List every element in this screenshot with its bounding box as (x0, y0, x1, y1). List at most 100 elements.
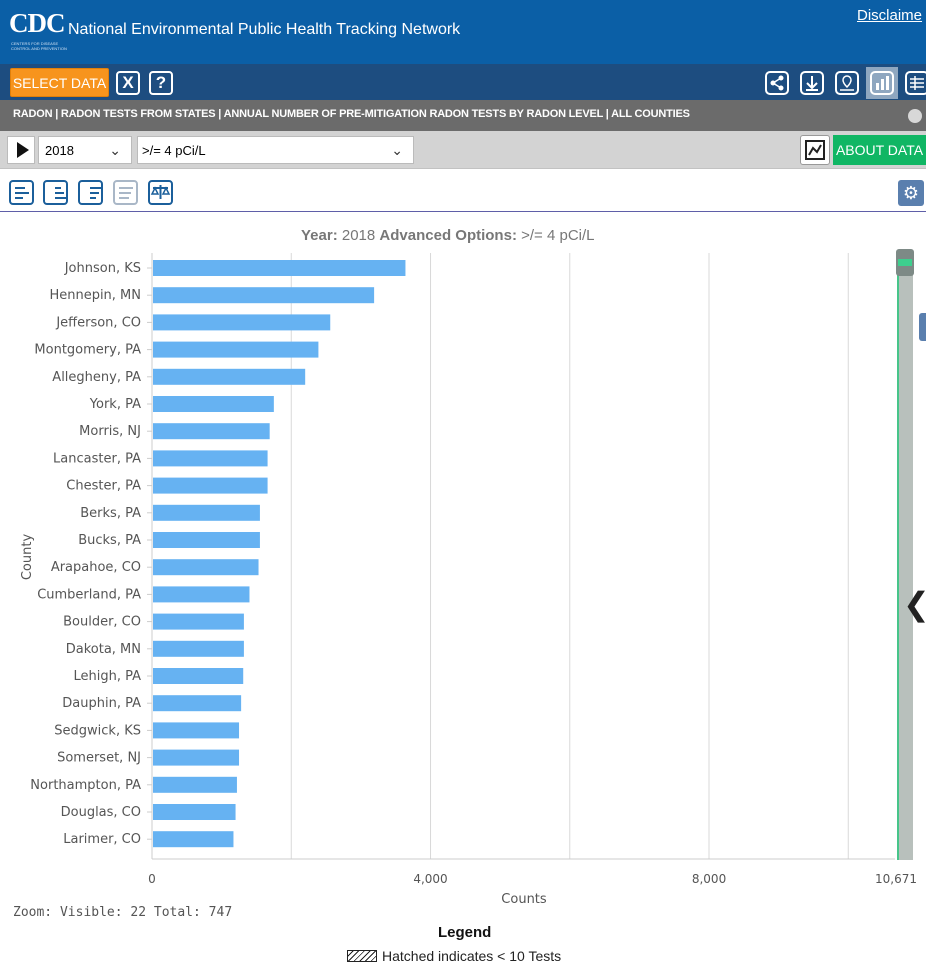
bar-chart: Johnson, KS Hennepin, MN Jefferson, CO Mont… (20, 253, 917, 907)
category-label: Montgomery, PA (34, 343, 141, 358)
bar[interactable] (153, 722, 240, 739)
cdc-logo-subtext: CENTERS FOR DISEASE CONTROL AND PREVENTI… (11, 41, 67, 51)
advanced-option-value: >/= 4 pCi/L (142, 142, 206, 158)
chart-year-value: 2018 (341, 227, 376, 244)
side-panel-tab[interactable] (919, 313, 926, 341)
query-controls: 2018 ⌄ >/= 4 pCi/L ⌄ ABOUT DATA (0, 131, 926, 169)
cdc-logo-text: CDC (9, 8, 65, 38)
table-view-icon[interactable] (901, 67, 926, 99)
category-label: Dakota, MN (66, 642, 141, 657)
x-axis-title: Counts (501, 892, 547, 907)
category-label: Douglas, CO (61, 805, 141, 820)
year-select-value: 2018 (45, 142, 74, 158)
chart-view-icon[interactable] (866, 67, 898, 99)
share-icon[interactable] (761, 67, 793, 99)
chevron-left-icon[interactable]: ❮ (903, 585, 926, 623)
compare-icon[interactable] (148, 180, 173, 205)
chart-scroll-thumb[interactable] (896, 249, 914, 276)
bar[interactable] (153, 776, 237, 793)
sort-descending-icon[interactable] (78, 180, 103, 205)
sort-ascending-icon[interactable] (43, 180, 68, 205)
category-label: Northampton, PA (30, 778, 141, 793)
category-label: York, PA (89, 397, 141, 412)
bar[interactable] (153, 450, 268, 467)
chart-options-value: >/= 4 pCi/L (521, 227, 595, 244)
bar[interactable] (153, 368, 306, 385)
category-label: Lehigh, PA (73, 669, 141, 684)
legend-item: Hatched indicates < 10 Tests (347, 948, 561, 964)
category-label: Berks, PA (80, 506, 141, 521)
category-label: Morris, NJ (79, 424, 141, 439)
category-label: Allegheny, PA (52, 370, 141, 385)
bar[interactable] (153, 504, 260, 521)
site-header: CDC CENTERS FOR DISEASE CONTROL AND PREV… (0, 0, 926, 64)
main-toolbar: SELECT DATA X ? (0, 64, 926, 100)
bar[interactable] (153, 477, 268, 494)
cdc-logo[interactable]: CDC CENTERS FOR DISEASE CONTROL AND PREV… (9, 8, 69, 56)
bar[interactable] (153, 668, 244, 684)
category-label: Boulder, CO (63, 615, 141, 630)
bar[interactable] (153, 831, 234, 848)
site-title: National Environmental Public Health Tra… (68, 21, 461, 38)
zoom-status: Zoom: Visible: 22 Total: 747 (13, 905, 233, 920)
hatch-swatch (347, 950, 377, 962)
category-label: Sedgwick, KS (54, 723, 141, 738)
category-label: Chester, PA (66, 479, 141, 494)
x-tick-label: 4,000 (413, 872, 447, 886)
category-label: Dauphin, PA (62, 696, 141, 711)
category-label: Bucks, PA (78, 533, 141, 548)
category-label: Cumberland, PA (37, 587, 141, 602)
bar[interactable] (153, 586, 250, 603)
advanced-option-select[interactable]: >/= 4 pCi/L ⌄ (137, 136, 414, 164)
map-view-icon[interactable] (831, 67, 863, 99)
bar[interactable] (153, 532, 260, 548)
category-label: Hennepin, MN (49, 288, 141, 303)
bar[interactable] (153, 314, 331, 331)
year-select[interactable]: 2018 ⌄ (38, 136, 132, 164)
chart-scroll-track[interactable] (897, 250, 913, 860)
bar[interactable] (153, 749, 240, 766)
category-label: Somerset, NJ (57, 751, 141, 766)
divider (0, 211, 926, 212)
disclaimer-link[interactable]: Disclaime (857, 7, 922, 24)
bar[interactable] (153, 559, 259, 576)
category-label: Larimer, CO (63, 832, 141, 847)
about-data-button[interactable]: ABOUT DATA (833, 135, 926, 165)
y-axis-title: County (20, 534, 35, 581)
gear-icon[interactable]: ⚙ (898, 180, 924, 206)
select-data-button[interactable]: SELECT DATA (10, 68, 109, 97)
bar[interactable] (153, 423, 270, 440)
bar[interactable] (153, 341, 319, 358)
x-tick-label: 0 (148, 872, 156, 886)
filter-icon[interactable] (113, 180, 138, 205)
help-button[interactable]: ? (149, 71, 173, 95)
download-icon[interactable] (796, 67, 828, 99)
bar[interactable] (153, 804, 236, 820)
legend-title: Legend (438, 924, 492, 941)
category-label: Johnson, KS (64, 261, 141, 276)
category-label: Jefferson, CO (55, 315, 141, 330)
bar[interactable] (153, 396, 274, 412)
chart-title: Year: 2018 Advanced Options: >/= 4 pCi/L (301, 227, 595, 244)
chevron-down-icon: ⌄ (391, 142, 403, 158)
play-button[interactable] (7, 136, 35, 164)
legend-item-label: Hatched indicates < 10 Tests (382, 948, 562, 964)
category-label: Lancaster, PA (53, 451, 141, 466)
breadcrumb-text: RADON | RADON TESTS FROM STATES | ANNUAL… (13, 108, 690, 120)
play-icon (16, 142, 29, 158)
chevron-down-icon: ⌄ (109, 142, 121, 158)
sort-default-icon[interactable] (9, 180, 34, 205)
category-label: Arapahoe, CO (51, 560, 141, 575)
breadcrumb: RADON | RADON TESTS FROM STATES | ANNUAL… (0, 100, 926, 131)
x-tick-label: 8,000 (692, 872, 726, 886)
chart-options-label: Advanced Options: (379, 227, 517, 244)
bar[interactable] (153, 260, 406, 276)
map-chart-toggle-icon[interactable] (800, 135, 830, 165)
bar[interactable] (153, 640, 244, 657)
bar[interactable] (153, 695, 242, 712)
bar[interactable] (153, 287, 375, 304)
expand-breadcrumb-icon[interactable] (908, 109, 922, 123)
clear-button[interactable]: X (116, 71, 140, 95)
bar[interactable] (153, 613, 244, 630)
x-tick-label: 10,671 (875, 872, 917, 886)
